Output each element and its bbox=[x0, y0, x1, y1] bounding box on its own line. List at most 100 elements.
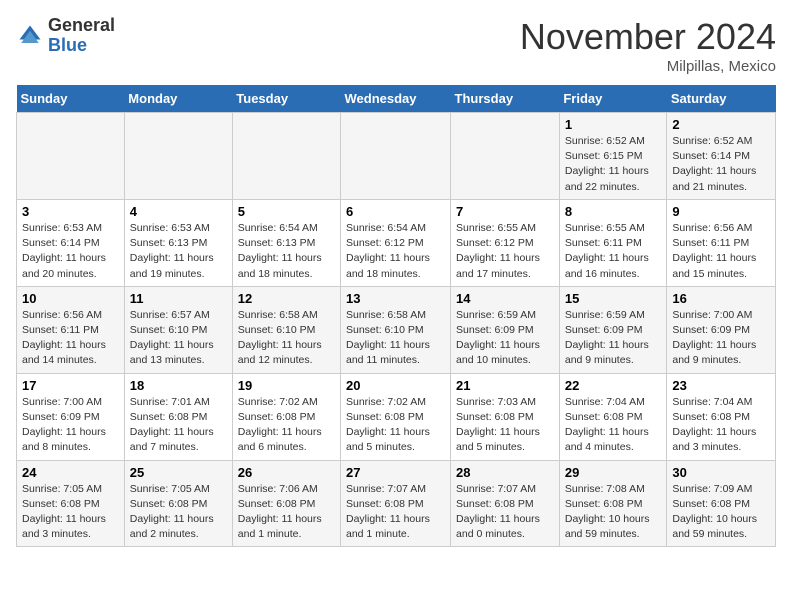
day-info: Sunrise: 7:07 AM Sunset: 6:08 PM Dayligh… bbox=[456, 482, 554, 543]
calendar-week-row: 3 Sunrise: 6:53 AM Sunset: 6:14 PM Daylig… bbox=[17, 199, 776, 286]
day-info: Sunrise: 6:58 AM Sunset: 6:10 PM Dayligh… bbox=[238, 308, 335, 369]
day-number: 11 bbox=[130, 291, 227, 306]
day-info: Sunrise: 6:52 AM Sunset: 6:14 PM Dayligh… bbox=[672, 134, 770, 195]
day-number: 30 bbox=[672, 465, 770, 480]
day-number: 3 bbox=[22, 204, 119, 219]
calendar-cell: 7 Sunrise: 6:55 AM Sunset: 6:12 PM Daylig… bbox=[451, 199, 560, 286]
month-title: November 2024 bbox=[520, 16, 776, 58]
day-number: 19 bbox=[238, 378, 335, 393]
calendar-header-row: SundayMondayTuesdayWednesdayThursdayFrid… bbox=[17, 85, 776, 113]
day-number: 13 bbox=[346, 291, 445, 306]
calendar-cell: 21 Sunrise: 7:03 AM Sunset: 6:08 PM Dayli… bbox=[451, 373, 560, 460]
calendar-cell: 13 Sunrise: 6:58 AM Sunset: 6:10 PM Dayli… bbox=[341, 286, 451, 373]
day-info: Sunrise: 7:05 AM Sunset: 6:08 PM Dayligh… bbox=[22, 482, 119, 543]
day-info: Sunrise: 6:59 AM Sunset: 6:09 PM Dayligh… bbox=[456, 308, 554, 369]
calendar-cell: 22Sunrise: 7:04 AM Sunset: 6:08 PM Dayli… bbox=[559, 373, 667, 460]
calendar-table: SundayMondayTuesdayWednesdayThursdayFrid… bbox=[16, 85, 776, 547]
calendar-cell: 30 Sunrise: 7:09 AM Sunset: 6:08 PM Dayli… bbox=[667, 460, 776, 547]
day-number: 6 bbox=[346, 204, 445, 219]
calendar-cell bbox=[451, 113, 560, 200]
day-number: 26 bbox=[238, 465, 335, 480]
day-info: Sunrise: 6:59 AM Sunset: 6:09 PM Dayligh… bbox=[565, 308, 662, 369]
calendar-cell: 6 Sunrise: 6:54 AM Sunset: 6:12 PM Daylig… bbox=[341, 199, 451, 286]
day-info: Sunrise: 7:04 AM Sunset: 6:08 PM Dayligh… bbox=[672, 395, 770, 456]
day-number: 16 bbox=[672, 291, 770, 306]
day-info: Sunrise: 6:58 AM Sunset: 6:10 PM Dayligh… bbox=[346, 308, 445, 369]
day-of-week-header: Tuesday bbox=[232, 85, 340, 113]
calendar-cell: 3 Sunrise: 6:53 AM Sunset: 6:14 PM Daylig… bbox=[17, 199, 125, 286]
day-number: 24 bbox=[22, 465, 119, 480]
day-info: Sunrise: 6:53 AM Sunset: 6:13 PM Dayligh… bbox=[130, 221, 227, 282]
day-number: 21 bbox=[456, 378, 554, 393]
calendar-cell: 28Sunrise: 7:07 AM Sunset: 6:08 PM Dayli… bbox=[451, 460, 560, 547]
day-info: Sunrise: 6:57 AM Sunset: 6:10 PM Dayligh… bbox=[130, 308, 227, 369]
day-info: Sunrise: 7:09 AM Sunset: 6:08 PM Dayligh… bbox=[672, 482, 770, 543]
day-number: 20 bbox=[346, 378, 445, 393]
calendar-cell: 4 Sunrise: 6:53 AM Sunset: 6:13 PM Daylig… bbox=[124, 199, 232, 286]
day-number: 1 bbox=[565, 117, 662, 132]
page-header: General Blue November 2024 Milpillas, Me… bbox=[16, 16, 776, 75]
day-of-week-header: Wednesday bbox=[341, 85, 451, 113]
title-block: November 2024 Milpillas, Mexico bbox=[520, 16, 776, 75]
logo-blue: Blue bbox=[48, 35, 87, 55]
calendar-cell: 12 Sunrise: 6:58 AM Sunset: 6:10 PM Dayli… bbox=[232, 286, 340, 373]
day-of-week-header: Friday bbox=[559, 85, 667, 113]
logo-text: General Blue bbox=[48, 16, 115, 56]
calendar-week-row: 1Sunrise: 6:52 AM Sunset: 6:15 PM Daylig… bbox=[17, 113, 776, 200]
calendar-cell: 2 Sunrise: 6:52 AM Sunset: 6:14 PM Daylig… bbox=[667, 113, 776, 200]
day-number: 8 bbox=[565, 204, 662, 219]
day-number: 23 bbox=[672, 378, 770, 393]
day-number: 7 bbox=[456, 204, 554, 219]
day-number: 25 bbox=[130, 465, 227, 480]
day-number: 18 bbox=[130, 378, 227, 393]
day-info: Sunrise: 7:01 AM Sunset: 6:08 PM Dayligh… bbox=[130, 395, 227, 456]
calendar-cell: 19 Sunrise: 7:02 AM Sunset: 6:08 PM Dayli… bbox=[232, 373, 340, 460]
location: Milpillas, Mexico bbox=[520, 58, 776, 75]
calendar-cell: 10 Sunrise: 6:56 AM Sunset: 6:11 PM Dayli… bbox=[17, 286, 125, 373]
calendar-cell bbox=[124, 113, 232, 200]
calendar-cell: 27Sunrise: 7:07 AM Sunset: 6:08 PM Dayli… bbox=[341, 460, 451, 547]
day-info: Sunrise: 7:02 AM Sunset: 6:08 PM Dayligh… bbox=[238, 395, 335, 456]
day-info: Sunrise: 6:54 AM Sunset: 6:12 PM Dayligh… bbox=[346, 221, 445, 282]
day-of-week-header: Saturday bbox=[667, 85, 776, 113]
day-info: Sunrise: 7:05 AM Sunset: 6:08 PM Dayligh… bbox=[130, 482, 227, 543]
day-number: 10 bbox=[22, 291, 119, 306]
day-number: 29 bbox=[565, 465, 662, 480]
day-number: 12 bbox=[238, 291, 335, 306]
day-of-week-header: Sunday bbox=[17, 85, 125, 113]
day-info: Sunrise: 7:04 AM Sunset: 6:08 PM Dayligh… bbox=[565, 395, 662, 456]
calendar-week-row: 17 Sunrise: 7:00 AM Sunset: 6:09 PM Dayli… bbox=[17, 373, 776, 460]
day-of-week-header: Monday bbox=[124, 85, 232, 113]
logo-icon bbox=[16, 22, 44, 50]
day-info: Sunrise: 7:03 AM Sunset: 6:08 PM Dayligh… bbox=[456, 395, 554, 456]
calendar-cell: 15 Sunrise: 6:59 AM Sunset: 6:09 PM Dayli… bbox=[559, 286, 667, 373]
day-info: Sunrise: 6:53 AM Sunset: 6:14 PM Dayligh… bbox=[22, 221, 119, 282]
calendar-cell: 23 Sunrise: 7:04 AM Sunset: 6:08 PM Dayli… bbox=[667, 373, 776, 460]
calendar-cell: 1Sunrise: 6:52 AM Sunset: 6:15 PM Daylig… bbox=[559, 113, 667, 200]
calendar-cell: 20Sunrise: 7:02 AM Sunset: 6:08 PM Dayli… bbox=[341, 373, 451, 460]
calendar-cell: 16 Sunrise: 7:00 AM Sunset: 6:09 PM Dayli… bbox=[667, 286, 776, 373]
day-info: Sunrise: 7:00 AM Sunset: 6:09 PM Dayligh… bbox=[672, 308, 770, 369]
calendar-cell: 14Sunrise: 6:59 AM Sunset: 6:09 PM Dayli… bbox=[451, 286, 560, 373]
calendar-cell: 8Sunrise: 6:55 AM Sunset: 6:11 PM Daylig… bbox=[559, 199, 667, 286]
calendar-cell: 5Sunrise: 6:54 AM Sunset: 6:13 PM Daylig… bbox=[232, 199, 340, 286]
day-info: Sunrise: 7:00 AM Sunset: 6:09 PM Dayligh… bbox=[22, 395, 119, 456]
day-number: 17 bbox=[22, 378, 119, 393]
day-info: Sunrise: 7:08 AM Sunset: 6:08 PM Dayligh… bbox=[565, 482, 662, 543]
calendar-cell: 17 Sunrise: 7:00 AM Sunset: 6:09 PM Dayli… bbox=[17, 373, 125, 460]
day-of-week-header: Thursday bbox=[451, 85, 560, 113]
calendar-cell bbox=[341, 113, 451, 200]
day-number: 4 bbox=[130, 204, 227, 219]
calendar-cell: 18 Sunrise: 7:01 AM Sunset: 6:08 PM Dayli… bbox=[124, 373, 232, 460]
calendar-cell: 26Sunrise: 7:06 AM Sunset: 6:08 PM Dayli… bbox=[232, 460, 340, 547]
day-number: 2 bbox=[672, 117, 770, 132]
calendar-week-row: 24 Sunrise: 7:05 AM Sunset: 6:08 PM Dayli… bbox=[17, 460, 776, 547]
calendar-cell bbox=[232, 113, 340, 200]
calendar-cell: 11 Sunrise: 6:57 AM Sunset: 6:10 PM Dayli… bbox=[124, 286, 232, 373]
logo: General Blue bbox=[16, 16, 115, 56]
calendar-week-row: 10 Sunrise: 6:56 AM Sunset: 6:11 PM Dayli… bbox=[17, 286, 776, 373]
day-info: Sunrise: 6:55 AM Sunset: 6:12 PM Dayligh… bbox=[456, 221, 554, 282]
calendar-cell: 29 Sunrise: 7:08 AM Sunset: 6:08 PM Dayli… bbox=[559, 460, 667, 547]
day-info: Sunrise: 6:56 AM Sunset: 6:11 PM Dayligh… bbox=[22, 308, 119, 369]
day-number: 15 bbox=[565, 291, 662, 306]
